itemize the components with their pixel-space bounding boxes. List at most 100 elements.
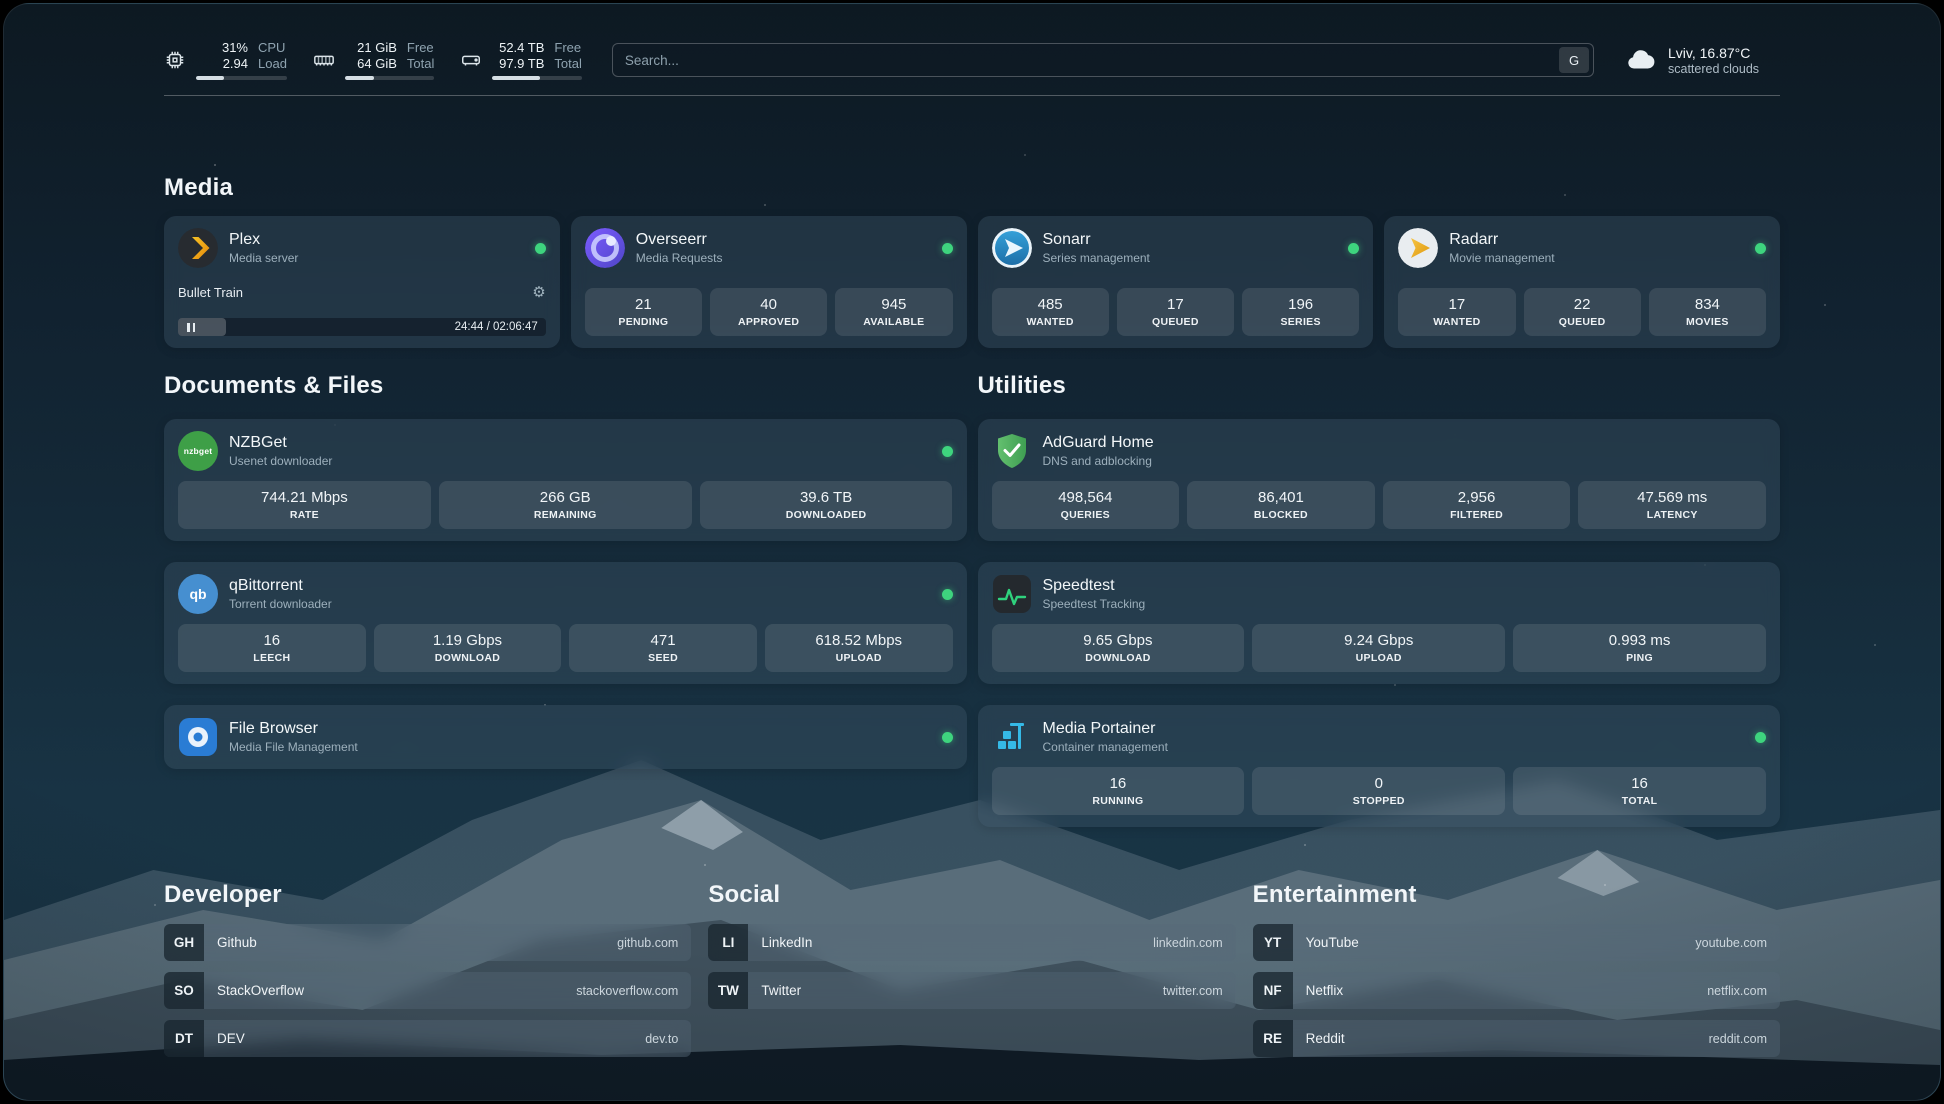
status-dot (535, 243, 546, 254)
stat-tile-wanted: 17WANTED (1398, 288, 1515, 336)
bookmark-url: dev.to (632, 1020, 691, 1057)
bookmark-linkedin[interactable]: LI LinkedIn linkedin.com (708, 924, 1235, 961)
portainer-icon (992, 717, 1032, 757)
status-dot (942, 446, 953, 457)
utilities-section: Utilities AdGuard Home (978, 348, 1781, 827)
sonarr-card[interactable]: Sonarr Series management 485WANTED 17QUE… (978, 216, 1374, 348)
app-name: Radarr (1449, 230, 1554, 249)
bookmark-dev[interactable]: DT DEV dev.to (164, 1020, 691, 1057)
stat-tile-total: 16TOTAL (1513, 767, 1766, 815)
bookmark-url: youtube.com (1682, 924, 1780, 961)
bookmark-github[interactable]: GH Github github.com (164, 924, 691, 961)
entertainment-section: Entertainment YT YouTube youtube.com NF … (1253, 881, 1780, 1068)
bookmark-url: twitter.com (1150, 972, 1236, 1009)
stat-tile-available: 945AVAILABLE (835, 288, 952, 336)
disk-free-value: 52.4 TB (492, 40, 544, 56)
bookmark-abbr: RE (1253, 1020, 1293, 1057)
developer-section: Developer GH Github github.com SO StackO… (164, 881, 691, 1068)
bookmark-abbr: YT (1253, 924, 1293, 961)
stat-tile-approved: 40APPROVED (710, 288, 827, 336)
playback-progress-bar[interactable]: 24:44 / 02:06:47 (178, 318, 546, 336)
radarr-icon (1398, 228, 1438, 268)
bookmark-name: Github (204, 924, 604, 961)
overseerr-card[interactable]: Overseerr Media Requests 21PENDING 40APP… (571, 216, 967, 348)
cpu-percent: 31% (196, 40, 248, 56)
bookmark-url: linkedin.com (1140, 924, 1235, 961)
app-name: Media Portainer (1043, 719, 1168, 738)
bookmark-name: Reddit (1293, 1020, 1696, 1057)
bookmark-name: LinkedIn (748, 924, 1140, 961)
bookmark-reddit[interactable]: RE Reddit reddit.com (1253, 1020, 1780, 1057)
app-subtitle: Speedtest Tracking (1043, 597, 1146, 612)
app-window: 31%CPU 2.94Load 21 GiBFree 64 GiBTotal (0, 0, 1944, 1104)
social-section: Social LI LinkedIn linkedin.com TW Twitt… (708, 881, 1235, 1068)
app-name: Plex (229, 230, 298, 249)
speedtest-card[interactable]: Speedtest Speedtest Tracking 9.65 GbpsDO… (978, 562, 1781, 684)
status-dot (942, 243, 953, 254)
stat-tile-download: 9.65 GbpsDOWNLOAD (992, 624, 1245, 672)
stat-tile-download: 1.19 GbpsDOWNLOAD (374, 624, 562, 672)
bookmark-name: StackOverflow (204, 972, 563, 1009)
snow-particles (4, 4, 6, 6)
nzbget-card[interactable]: nzbget NZBGet Usenet downloader 744.21 M… (164, 419, 967, 541)
speedtest-icon (992, 574, 1032, 614)
portainer-card[interactable]: Media Portainer Container management 16R… (978, 705, 1781, 827)
stat-tile-rate: 744.21 MbpsRATE (178, 481, 431, 529)
status-dot (1755, 243, 1766, 254)
status-dot (1348, 243, 1359, 254)
app-subtitle: Media server (229, 251, 298, 266)
adguard-icon (992, 431, 1032, 471)
filebrowser-card[interactable]: File Browser Media File Management (164, 705, 967, 769)
bookmark-youtube[interactable]: YT YouTube youtube.com (1253, 924, 1780, 961)
cpu-icon (164, 49, 186, 71)
disk-icon (460, 49, 482, 71)
plex-card[interactable]: Plex Media server Bullet Train ⚙ 24:44 /… (164, 216, 560, 348)
stat-tile-filtered: 2,956FILTERED (1383, 481, 1571, 529)
now-playing-title: Bullet Train (178, 285, 243, 300)
stat-tile-latency: 47.569 msLATENCY (1578, 481, 1766, 529)
stat-tile-blocked: 86,401BLOCKED (1187, 481, 1375, 529)
weather-widget[interactable]: Lviv, 16.87°C scattered clouds (1624, 43, 1780, 77)
bookmark-stackoverflow[interactable]: SO StackOverflow stackoverflow.com (164, 972, 691, 1009)
nzbget-icon: nzbget (178, 431, 218, 471)
filebrowser-icon (178, 717, 218, 757)
status-dot (942, 589, 953, 600)
disk-total-label: Total (554, 56, 581, 72)
adguard-card[interactable]: AdGuard Home DNS and adblocking 498,564Q… (978, 419, 1781, 541)
utilities-heading: Utilities (978, 372, 1781, 400)
stat-tile-upload: 9.24 GbpsUPLOAD (1252, 624, 1505, 672)
cpu-label: CPU (258, 40, 285, 56)
bookmark-netflix[interactable]: NF Netflix netflix.com (1253, 972, 1780, 1009)
ram-free-label: Free (407, 40, 434, 56)
stat-tile-wanted: 485WANTED (992, 288, 1109, 336)
search-bar: G (612, 43, 1594, 77)
radarr-card[interactable]: Radarr Movie management 17WANTED 22QUEUE… (1384, 216, 1780, 348)
entertainment-heading: Entertainment (1253, 881, 1780, 909)
app-subtitle: Torrent downloader (229, 597, 332, 612)
system-stats-group: 31%CPU 2.94Load 21 GiBFree 64 GiBTotal (164, 40, 582, 80)
app-name: AdGuard Home (1043, 433, 1154, 452)
bookmark-name: DEV (204, 1020, 632, 1057)
stat-tile-seed: 471SEED (569, 624, 757, 672)
app-subtitle: Movie management (1449, 251, 1554, 266)
qbittorrent-card[interactable]: qb qBittorrent Torrent downloader 16LEEC… (164, 562, 967, 684)
bookmark-abbr: TW (708, 972, 748, 1009)
cpu-progress-bar (196, 76, 287, 80)
bookmark-twitter[interactable]: TW Twitter twitter.com (708, 972, 1235, 1009)
search-input[interactable] (625, 53, 1559, 68)
app-name: NZBGet (229, 433, 332, 452)
app-name: File Browser (229, 719, 358, 738)
stat-tile-downloaded: 39.6 TBDOWNLOADED (700, 481, 953, 529)
disk-stat: 52.4 TBFree 97.9 TBTotal (460, 40, 581, 80)
pause-button[interactable] (183, 318, 199, 336)
app-subtitle: Media Requests (636, 251, 723, 266)
bookmark-url: stackoverflow.com (563, 972, 691, 1009)
documents-section: Documents & Files nzbget NZBGet Usenet d… (164, 348, 967, 827)
search-engine-button[interactable]: G (1559, 47, 1589, 73)
stat-tile-stopped: 0STOPPED (1252, 767, 1505, 815)
app-subtitle: Usenet downloader (229, 454, 332, 469)
widget-settings-icon[interactable]: ⚙ (532, 285, 545, 300)
app-name: qBittorrent (229, 576, 332, 595)
stat-tile-queued: 17QUEUED (1117, 288, 1234, 336)
plex-icon (178, 228, 218, 268)
